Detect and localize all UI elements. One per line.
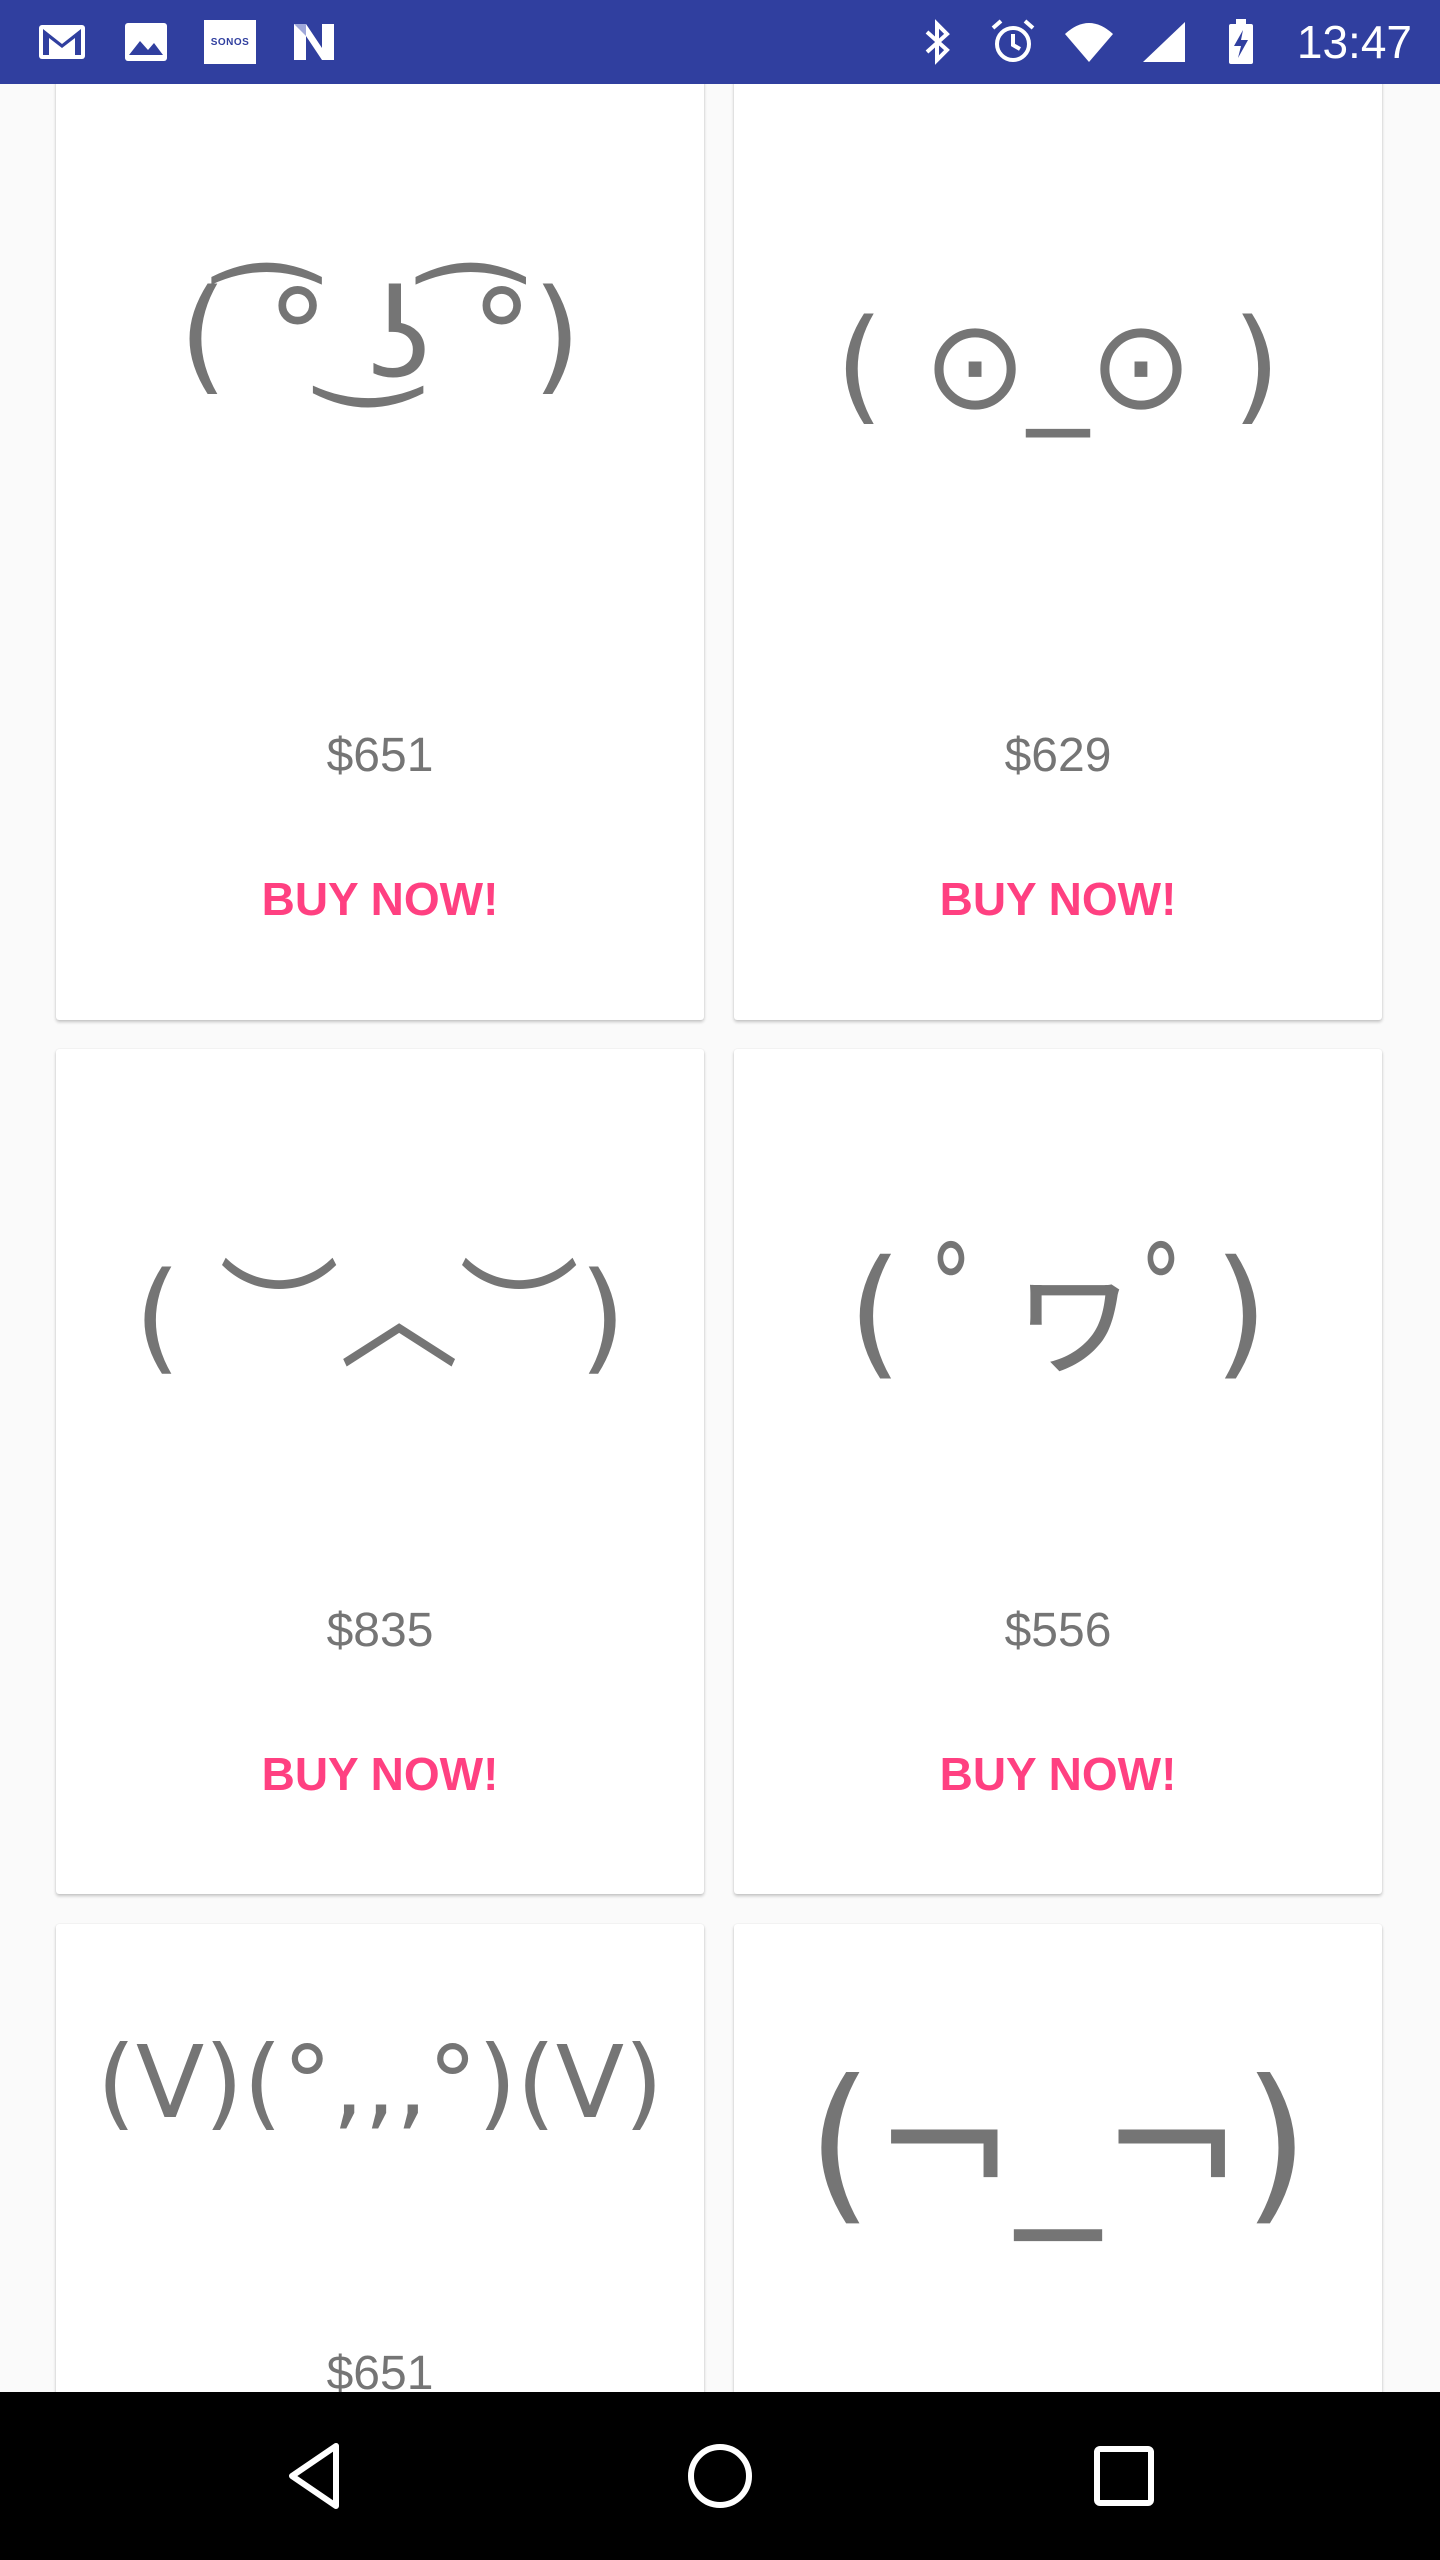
product-face: ( ︶︿︶) [134, 1248, 626, 1387]
product-card[interactable]: ( ︶︿︶) $835 BUY NOW! [56, 1049, 704, 1894]
product-card[interactable]: (¬_¬) [734, 1924, 1382, 2392]
sonos-icon: SONOS [202, 14, 258, 70]
status-time: 13:47 [1296, 16, 1412, 68]
buy-now-button[interactable]: BUY NOW! [916, 862, 1201, 936]
product-face: ( ⊙_⊙ ) [835, 294, 1281, 438]
product-card[interactable]: (V)(°,,,°)(V) $651 [56, 1924, 704, 2392]
buy-now-button[interactable]: BUY NOW! [238, 862, 523, 936]
product-face: ( ͡° ͜ʖ ͡°) [178, 264, 582, 408]
alarm-icon [985, 14, 1041, 70]
home-icon[interactable] [680, 2436, 760, 2516]
battery-icon [1213, 14, 1269, 70]
product-card[interactable]: ( ͡° ͜ʖ ͡°) $651 BUY NOW! [56, 84, 704, 1020]
product-price: $835 [326, 1604, 434, 1657]
buy-now-button[interactable]: BUY NOW! [916, 1737, 1201, 1811]
recents-icon[interactable] [1084, 2436, 1164, 2516]
buy-now-button[interactable]: BUY NOW! [238, 1737, 523, 1811]
product-price: $629 [1004, 729, 1112, 782]
product-grid[interactable]: ( ͡° ͜ʖ ͡°) $651 BUY NOW! ( ⊙_⊙ ) $629 B… [0, 84, 1440, 2392]
product-price: $556 [1004, 1604, 1112, 1657]
status-bar: SONOS 13:47 [0, 0, 1440, 84]
product-face: (V)(°,,,°)(V) [96, 2024, 664, 2141]
notification-icons: SONOS [34, 0, 342, 84]
bluetooth-icon [909, 14, 965, 70]
product-price: $651 [326, 729, 434, 782]
product-face: (¬_¬) [806, 2044, 1310, 2242]
back-icon[interactable] [278, 2436, 358, 2516]
n-icon [286, 14, 342, 70]
product-card[interactable]: ( ⊙_⊙ ) $629 BUY NOW! [734, 84, 1382, 1020]
product-card[interactable]: ( ﾟヮﾟ) $556 BUY NOW! [734, 1049, 1382, 1894]
navigation-bar [0, 2392, 1440, 2560]
signal-icon [1137, 14, 1193, 70]
system-icons: 13:47 [909, 0, 1412, 84]
product-face: ( ﾟヮﾟ) [847, 1231, 1269, 1394]
gmail-icon [34, 14, 90, 70]
gallery-icon [118, 14, 174, 70]
product-price: $651 [326, 2347, 434, 2392]
wifi-icon [1061, 14, 1117, 70]
